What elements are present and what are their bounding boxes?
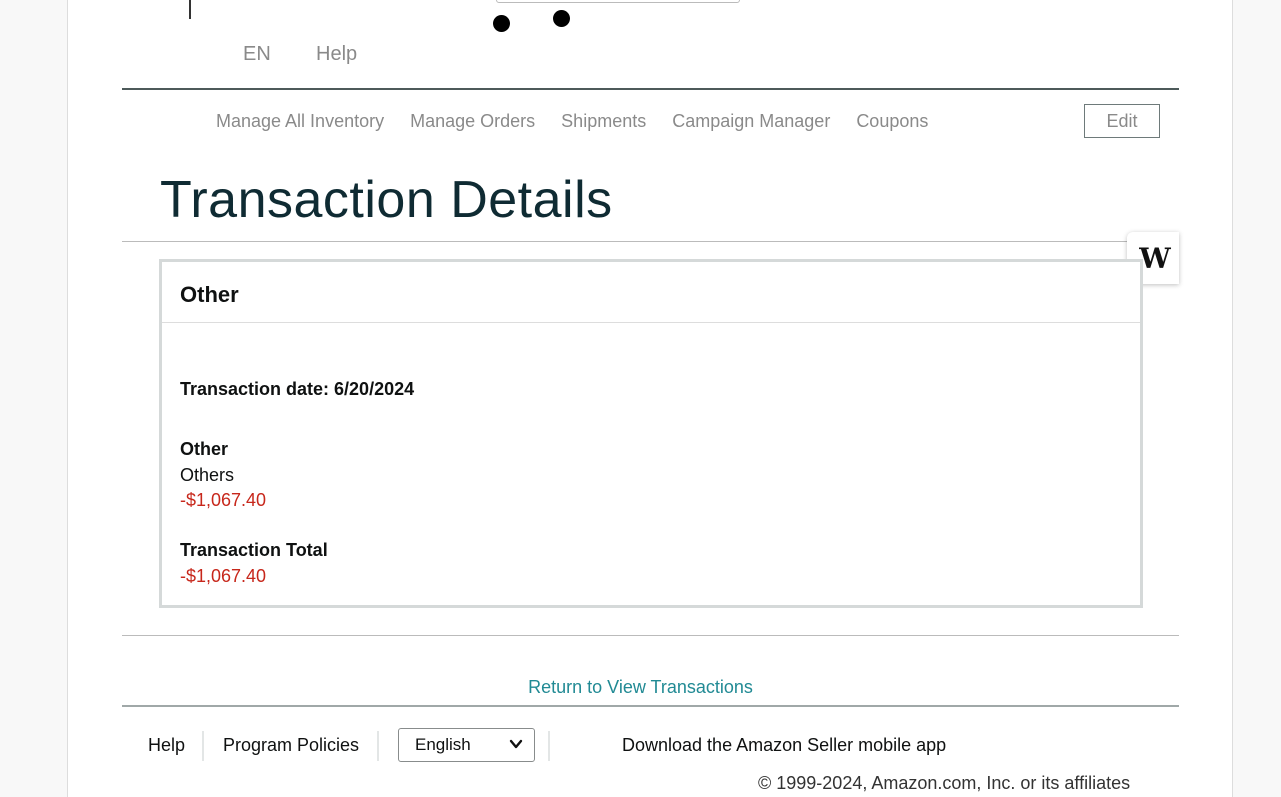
overlay-dot-icon (493, 15, 510, 32)
card-title: Other (180, 282, 239, 307)
footer-policies-link[interactable]: Program Policies (223, 735, 359, 756)
nav-manage-orders[interactable]: Manage Orders (410, 111, 535, 132)
content-divider (122, 635, 1179, 636)
nav-campaign-manager[interactable]: Campaign Manager (672, 111, 830, 132)
category-subtype: Others (180, 465, 235, 485)
nav-shipments[interactable]: Shipments (561, 111, 646, 132)
nav-coupons[interactable]: Coupons (856, 111, 928, 132)
language-select-value: English (415, 735, 471, 754)
category-amount: -$1,067.40 (180, 490, 267, 510)
footer-separator (202, 731, 204, 761)
nav-manage-inventory[interactable]: Manage All Inventory (216, 111, 384, 132)
total-amount: -$1,067.40 (180, 566, 267, 586)
help-link[interactable]: Help (316, 43, 357, 66)
footer-separator (548, 731, 550, 761)
text-cursor (189, 0, 191, 19)
page-title: Transaction Details (160, 171, 613, 229)
transaction-date: Transaction date: 6/20/2024 (180, 379, 415, 399)
card-header: Other (162, 262, 1140, 323)
category-label: Other (180, 439, 229, 459)
header-divider (122, 88, 1179, 90)
language-link[interactable]: EN (243, 43, 271, 66)
chevron-down-icon (509, 739, 523, 749)
total-label: Transaction Total (180, 540, 328, 560)
return-to-transactions-link[interactable]: Return to View Transactions (528, 677, 753, 697)
edit-nav-button[interactable]: Edit (1084, 104, 1160, 138)
footer-help-link[interactable]: Help (148, 735, 185, 756)
transaction-card: Other Transaction date: 6/20/2024 Other … (159, 259, 1143, 608)
footer-separator (377, 731, 379, 761)
main-nav: Manage All Inventory Manage Orders Shipm… (216, 111, 928, 132)
search-box-edge[interactable] (496, 0, 740, 3)
overlay-dot-icon (553, 10, 570, 27)
mobile-app-link[interactable]: Download the Amazon Seller mobile app (622, 735, 946, 756)
footer-divider (122, 705, 1179, 707)
title-divider (122, 241, 1179, 242)
copyright-text: © 1999-2024, Amazon.com, Inc. or its aff… (758, 773, 1131, 793)
language-select[interactable]: English (398, 728, 535, 762)
